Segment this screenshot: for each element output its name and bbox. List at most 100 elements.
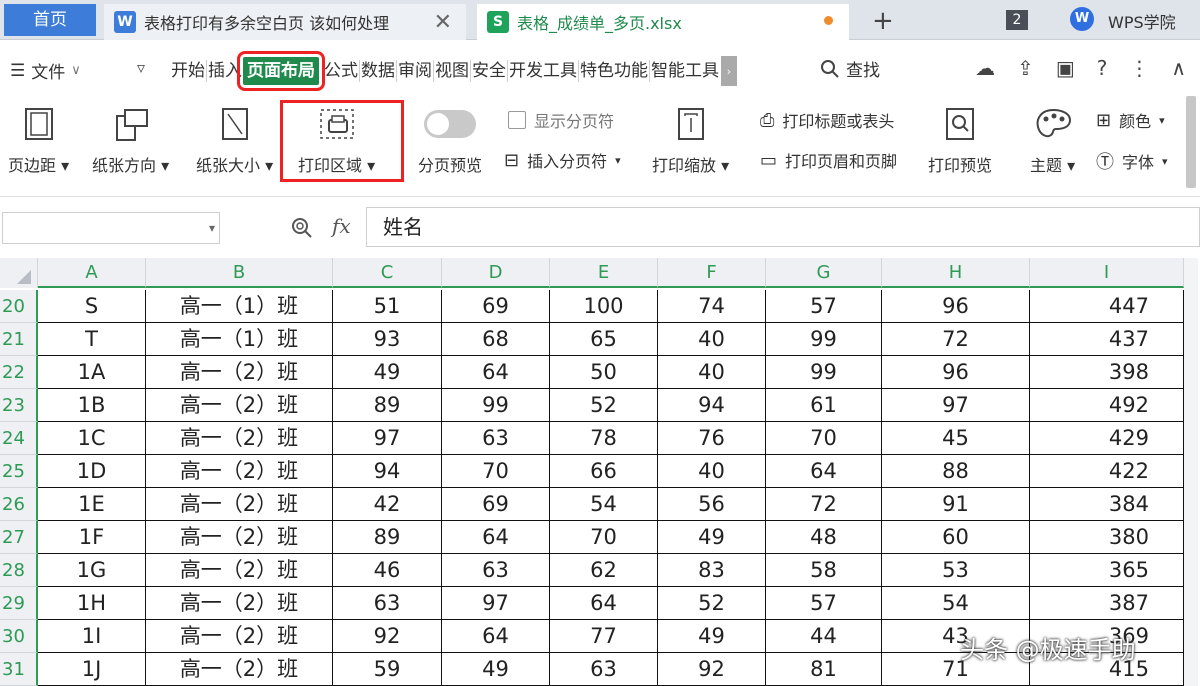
table-cell[interactable]: 72 [882,323,1030,356]
table-cell[interactable]: 高一（2）班 [146,620,333,653]
table-cell[interactable]: T [38,323,146,356]
table-cell[interactable]: 1A [38,356,146,389]
table-cell[interactable]: 57 [766,587,882,620]
table-cell[interactable]: 40 [658,356,766,389]
table-cell[interactable]: 447 [1030,290,1184,323]
table-cell[interactable]: 高一（1）班 [146,290,333,323]
table-cell[interactable]: 高一（2）班 [146,554,333,587]
tab-smart-tools[interactable]: 智能工具 [649,60,720,82]
table-cell[interactable]: 97 [882,389,1030,422]
select-all-corner[interactable] [0,258,38,288]
table-cell[interactable]: 63 [442,422,550,455]
name-box[interactable]: ▾ [2,212,220,244]
table-cell[interactable]: 54 [550,488,658,521]
table-cell[interactable]: 1E [38,488,146,521]
tab-insert[interactable]: 插入 [206,60,243,82]
table-cell[interactable]: 40 [658,455,766,488]
row-header[interactable]: 27 [0,521,38,554]
checkbox-icon[interactable] [508,111,526,129]
table-cell[interactable]: 50 [550,356,658,389]
column-header-c[interactable]: C [333,258,442,288]
table-cell[interactable]: 46 [333,554,442,587]
table-cell[interactable]: 58 [766,554,882,587]
table-cell[interactable]: 76 [658,422,766,455]
file-menu[interactable]: ☰ 文件 ∨ [10,58,81,84]
table-cell[interactable]: 99 [442,389,550,422]
ribbon-scrollbar[interactable] [1186,96,1196,188]
new-tab-plus-icon[interactable]: + [872,6,894,36]
table-cell[interactable]: 91 [882,488,1030,521]
table-cell[interactable]: 65 [550,323,658,356]
table-cell[interactable]: 40 [658,323,766,356]
table-cell[interactable]: 99 [766,323,882,356]
show-page-breaks-checkbox[interactable]: 显示分页符 [508,108,614,132]
table-cell[interactable]: 1H [38,587,146,620]
tab-view[interactable]: 视图 [433,60,470,82]
tab-review[interactable]: 审阅 [396,60,433,82]
table-cell[interactable]: 高一（2）班 [146,653,333,686]
table-cell[interactable]: 高一（2）班 [146,455,333,488]
cloud-sync-icon[interactable]: ☁ [975,56,995,80]
header-footer-button[interactable]: ▭ 打印页眉和页脚 [760,148,897,172]
colors-button[interactable]: ⊞ 颜色 ▾ [1096,108,1165,132]
table-cell[interactable]: 高一（2）班 [146,389,333,422]
page-break-toggle-icon[interactable] [424,110,476,138]
quick-access-dropdown-icon[interactable]: ▿ [137,58,145,77]
fx-icon[interactable]: fx [332,214,351,238]
table-cell[interactable]: 78 [550,422,658,455]
table-cell[interactable]: 89 [333,521,442,554]
row-header[interactable]: 26 [0,488,38,521]
row-header[interactable]: 31 [0,653,38,686]
formula-input[interactable]: 姓名 [366,207,1200,247]
table-cell[interactable]: 高一（2）班 [146,356,333,389]
tab-data[interactable]: 数据 [359,60,396,82]
table-cell[interactable]: 60 [882,521,1030,554]
tab-document[interactable]: W 表格打印有多余空白页 该如何处理 ✕ [104,4,466,40]
search-button[interactable]: 查找 [820,56,880,81]
table-cell[interactable]: 100 [550,290,658,323]
table-cell[interactable]: 高一（2）班 [146,521,333,554]
table-cell[interactable]: 64 [766,455,882,488]
more-icon[interactable]: ⋮ [1129,56,1149,80]
table-cell[interactable]: 63 [550,653,658,686]
table-cell[interactable]: 1C [38,422,146,455]
column-header-d[interactable]: D [442,258,550,288]
table-cell[interactable]: 49 [333,356,442,389]
page-break-preview-button[interactable]: 分页预览 [418,102,482,176]
column-header-a[interactable]: A [38,258,146,288]
grid-scrollbar[interactable] [1184,258,1198,686]
table-cell[interactable]: 70 [550,521,658,554]
table-cell[interactable]: 63 [442,554,550,587]
tab-security[interactable]: 安全 [470,60,507,82]
tab-start[interactable]: 开始 [170,60,206,82]
table-cell[interactable]: 77 [550,620,658,653]
table-cell[interactable]: 63 [333,587,442,620]
close-icon[interactable]: ✕ [434,10,452,35]
column-header-h[interactable]: H [882,258,1030,288]
table-cell[interactable]: 93 [333,323,442,356]
table-cell[interactable]: 74 [658,290,766,323]
table-cell[interactable]: 81 [766,653,882,686]
column-header-f[interactable]: F [658,258,766,288]
table-cell[interactable]: 92 [658,653,766,686]
column-header-g[interactable]: G [766,258,882,288]
table-cell[interactable]: 92 [333,620,442,653]
table-cell[interactable]: 62 [550,554,658,587]
table-cell[interactable]: S [38,290,146,323]
table-cell[interactable]: 69 [442,290,550,323]
table-cell[interactable]: 1G [38,554,146,587]
window-count-badge[interactable]: 2 [1006,10,1028,30]
row-header[interactable]: 20 [0,290,38,323]
table-cell[interactable]: 89 [333,389,442,422]
collapse-ribbon-icon[interactable]: ∧ [1171,56,1186,80]
column-header-e[interactable]: E [550,258,658,288]
table-cell[interactable]: 49 [658,620,766,653]
table-cell[interactable]: 高一（2）班 [146,488,333,521]
table-cell[interactable]: 365 [1030,554,1184,587]
table-cell[interactable]: 56 [658,488,766,521]
table-cell[interactable]: 52 [550,389,658,422]
column-header-b[interactable]: B [146,258,333,288]
table-cell[interactable]: 70 [766,422,882,455]
column-header-i[interactable]: I [1030,258,1184,288]
table-cell[interactable]: 1F [38,521,146,554]
